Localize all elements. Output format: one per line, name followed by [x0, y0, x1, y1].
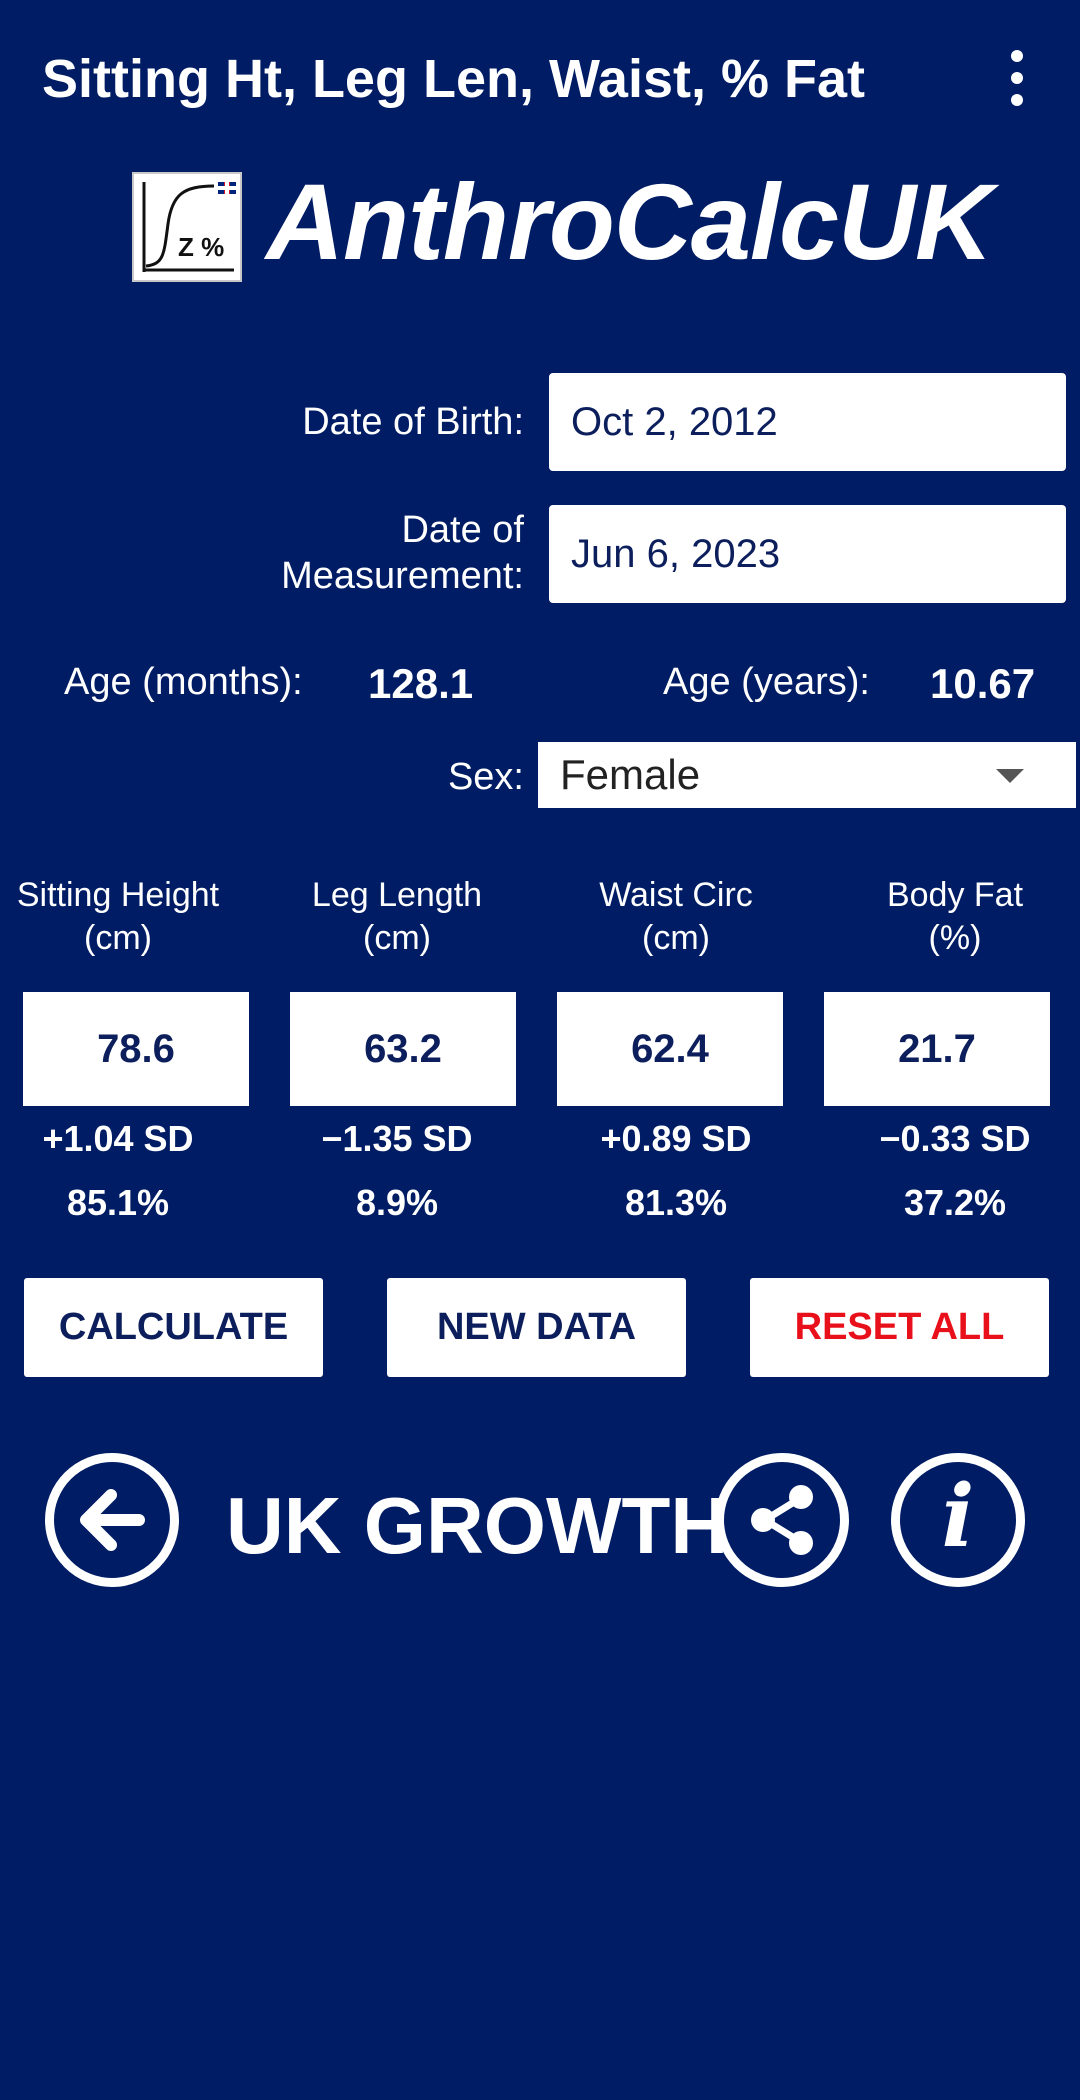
age-months-value: 128.1: [368, 660, 474, 707]
reset-all-button[interactable]: RESET ALL: [750, 1278, 1049, 1377]
dob-field[interactable]: Oct 2, 2012: [549, 373, 1066, 471]
body-fat-sd: −0.33 SD: [879, 1118, 1031, 1159]
age-years-value: 10.67: [930, 660, 1036, 707]
toolbar-title: Sitting Ht, Leg Len, Waist, % Fat: [42, 49, 865, 109]
leg-length-percentile: 8.9%: [355, 1182, 439, 1223]
share-icon: [751, 1485, 813, 1555]
leg-length-input[interactable]: 63.2: [290, 992, 516, 1106]
dom-label-line2: Measurement:: [281, 554, 524, 597]
caret-down-icon: [996, 769, 1024, 783]
growth-curve-logo-icon: Z %: [132, 172, 242, 282]
waist-circ-sd: +0.89 SD: [600, 1118, 752, 1159]
sex-label: Sex:: [447, 756, 524, 798]
waist-circ-input[interactable]: 62.4: [557, 992, 783, 1106]
sitting-height-percentile: 85.1%: [66, 1182, 170, 1223]
new-data-button[interactable]: NEW DATA: [387, 1278, 686, 1377]
sitting-height-header: Sitting Height (cm): [16, 876, 220, 957]
dom-field[interactable]: Jun 6, 2023: [549, 505, 1066, 603]
sex-select-value: Female: [560, 751, 701, 798]
waist-circ-percentile: 81.3%: [624, 1182, 728, 1223]
leg-length-header: Leg Length (cm): [311, 876, 483, 957]
waist-circ-header: Waist Circ (cm): [599, 876, 753, 957]
info-button[interactable]: i: [891, 1453, 1025, 1587]
app-name: AnthroCalcUK: [266, 161, 993, 282]
overflow-menu-icon[interactable]: [994, 50, 1040, 106]
dom-label-line1: Date of: [401, 509, 524, 551]
dom-label: Date of Measurement:: [200, 508, 524, 599]
age-years-label: Age (years):: [663, 661, 870, 703]
logo-text: Z %: [178, 232, 224, 262]
body-fat-header: Body Fat (%): [886, 876, 1024, 957]
sitting-height-input[interactable]: 78.6: [23, 992, 249, 1106]
body-fat-percentile: 37.2%: [903, 1182, 1007, 1223]
sex-select[interactable]: Female: [538, 742, 1076, 808]
brand-text: UK GROWTH: [226, 1481, 729, 1570]
dob-label: Date of Birth:: [302, 401, 524, 443]
info-icon: i: [941, 1466, 975, 1567]
leg-length-sd: −1.35 SD: [321, 1118, 473, 1159]
back-button[interactable]: [45, 1453, 179, 1587]
age-months-label: Age (months):: [64, 661, 303, 703]
sitting-height-sd: +1.04 SD: [42, 1118, 194, 1159]
arrow-left-icon: [80, 1489, 145, 1551]
body-fat-input[interactable]: 21.7: [824, 992, 1050, 1106]
calculate-button[interactable]: CALCULATE: [24, 1278, 323, 1377]
share-button[interactable]: [715, 1453, 849, 1587]
